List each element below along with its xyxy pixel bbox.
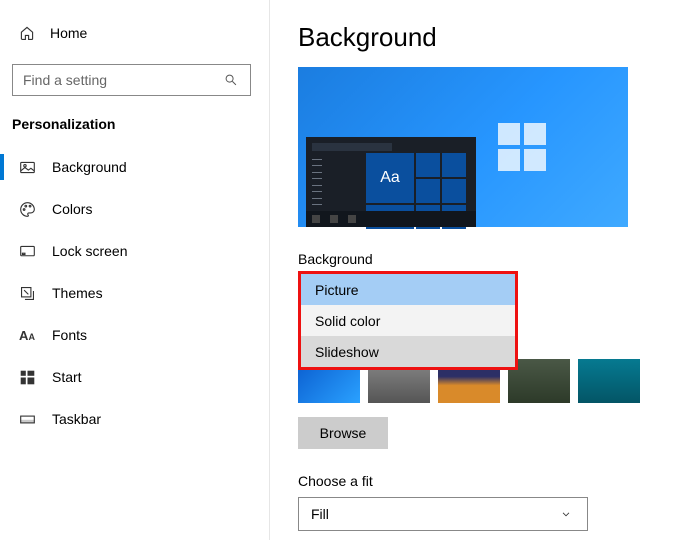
chevron-down-icon [557, 505, 575, 523]
background-label: Background [298, 251, 690, 267]
page-title: Background [298, 22, 690, 53]
sidebar-item-label: Start [52, 369, 82, 385]
dropdown-option-slideshow[interactable]: Slideshow [301, 336, 515, 367]
sidebar-item-colors[interactable]: Colors [0, 188, 269, 230]
search-placeholder: Find a setting [23, 72, 107, 88]
dropdown-option-solid[interactable]: Solid color [301, 305, 515, 336]
home-label: Home [50, 25, 87, 41]
wallpaper-thumb[interactable] [578, 359, 640, 403]
sample-text-tile: Aa [366, 153, 414, 203]
fonts-icon: AA [18, 326, 36, 344]
sidebar-item-label: Lock screen [52, 243, 127, 259]
dropdown-option-picture[interactable]: Picture [301, 274, 515, 305]
category-header: Personalization [0, 112, 269, 146]
start-preview: Aa [306, 137, 476, 227]
browse-button[interactable]: Browse [298, 417, 388, 449]
sidebar-item-taskbar[interactable]: Taskbar [0, 398, 269, 440]
sidebar-item-label: Themes [52, 285, 103, 301]
picture-icon [18, 158, 36, 176]
lockscreen-icon [18, 242, 36, 260]
search-input[interactable]: Find a setting [12, 64, 251, 96]
background-type-dropdown[interactable]: Picture Solid color Slideshow [298, 271, 518, 370]
settings-sidebar: Home Find a setting Personalization Back… [0, 0, 270, 540]
palette-icon [18, 200, 36, 218]
taskbar-icon [18, 410, 36, 428]
home-icon [18, 24, 36, 42]
sidebar-item-label: Background [52, 159, 127, 175]
sidebar-item-label: Taskbar [52, 411, 101, 427]
sidebar-item-themes[interactable]: Themes [0, 272, 269, 314]
sidebar-item-fonts[interactable]: AA Fonts [0, 314, 269, 356]
fit-select[interactable]: Fill [298, 497, 588, 531]
windows-logo-icon [498, 123, 546, 171]
desktop-preview: Aa [298, 67, 628, 227]
sidebar-item-label: Colors [52, 201, 92, 217]
themes-icon [18, 284, 36, 302]
sidebar-item-label: Fonts [52, 327, 87, 343]
search-icon [222, 71, 240, 89]
sidebar-item-lockscreen[interactable]: Lock screen [0, 230, 269, 272]
start-icon [18, 368, 36, 386]
fit-value: Fill [311, 506, 329, 522]
sidebar-nav: Background Colors Lock screen Themes AA … [0, 146, 269, 440]
sidebar-item-start[interactable]: Start [0, 356, 269, 398]
main-panel: Background Aa Background Picture Solid c… [270, 0, 690, 540]
home-link[interactable]: Home [0, 18, 269, 48]
sidebar-item-background[interactable]: Background [0, 146, 269, 188]
fit-label: Choose a fit [298, 473, 690, 489]
